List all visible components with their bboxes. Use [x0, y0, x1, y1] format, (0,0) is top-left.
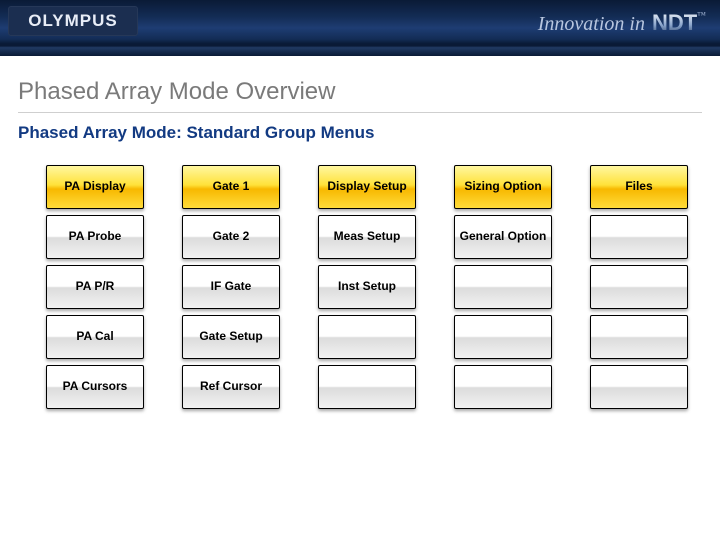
- menu-ref-cursor[interactable]: Ref Cursor: [182, 365, 280, 409]
- menu-meas-setup[interactable]: Meas Setup: [318, 215, 416, 259]
- menu-blank[interactable]: [590, 215, 688, 259]
- menu-blank[interactable]: [318, 315, 416, 359]
- menu-column-2: Gate 1 Gate 2 IF Gate Gate Setup Ref Cur…: [182, 165, 280, 409]
- menu-pa-probe[interactable]: PA Probe: [46, 215, 144, 259]
- tagline-prefix: Innovation in: [538, 13, 650, 35]
- title-divider: [18, 112, 702, 113]
- menu-column-5: Files: [590, 165, 688, 409]
- page-subtitle: Phased Array Mode: Standard Group Menus: [18, 123, 702, 143]
- menu-sizing-option[interactable]: Sizing Option: [454, 165, 552, 209]
- slide-content: Phased Array Mode Overview Phased Array …: [0, 56, 720, 409]
- menu-column-1: PA Display PA Probe PA P/R PA Cal PA Cur…: [46, 165, 144, 409]
- menu-files[interactable]: Files: [590, 165, 688, 209]
- menu-pa-pr[interactable]: PA P/R: [46, 265, 144, 309]
- menu-blank[interactable]: [318, 365, 416, 409]
- menu-gate-1[interactable]: Gate 1: [182, 165, 280, 209]
- menu-blank[interactable]: [454, 265, 552, 309]
- menu-column-3: Display Setup Meas Setup Inst Setup: [318, 165, 416, 409]
- menu-gate-2[interactable]: Gate 2: [182, 215, 280, 259]
- menu-gate-setup[interactable]: Gate Setup: [182, 315, 280, 359]
- page-title: Phased Array Mode Overview: [18, 78, 702, 106]
- menu-general-option[interactable]: General Option: [454, 215, 552, 259]
- menu-inst-setup[interactable]: Inst Setup: [318, 265, 416, 309]
- tagline-tm: ™: [697, 10, 706, 20]
- menu-blank[interactable]: [590, 315, 688, 359]
- menu-column-4: Sizing Option General Option: [454, 165, 552, 409]
- menu-blank[interactable]: [590, 265, 688, 309]
- menu-if-gate[interactable]: IF Gate: [182, 265, 280, 309]
- header-bar: OLYMPUS Innovation in NDT™: [0, 0, 720, 56]
- tagline: Innovation in NDT™: [538, 10, 706, 36]
- menu-blank[interactable]: [590, 365, 688, 409]
- tagline-ndt: NDT: [650, 10, 697, 35]
- menu-blank[interactable]: [454, 315, 552, 359]
- menu-blank[interactable]: [454, 365, 552, 409]
- menu-display-setup[interactable]: Display Setup: [318, 165, 416, 209]
- logo-text: OLYMPUS: [28, 11, 118, 31]
- menu-pa-display[interactable]: PA Display: [46, 165, 144, 209]
- olympus-logo: OLYMPUS: [8, 6, 138, 36]
- menu-pa-cursors[interactable]: PA Cursors: [46, 365, 144, 409]
- menu-pa-cal[interactable]: PA Cal: [46, 315, 144, 359]
- menu-columns: PA Display PA Probe PA P/R PA Cal PA Cur…: [18, 165, 702, 409]
